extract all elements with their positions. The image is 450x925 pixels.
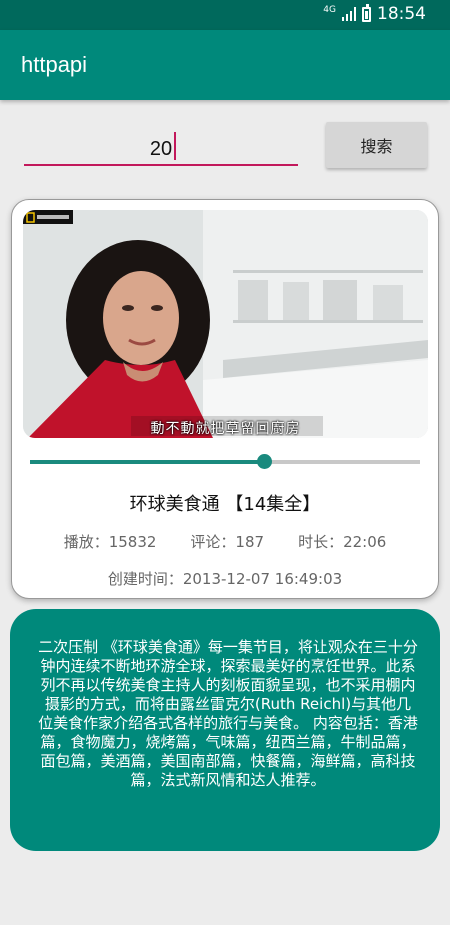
app-title: httpapi xyxy=(21,52,88,77)
duration: 时长：22:06 xyxy=(298,533,387,551)
description-text: 二次压制 《环球美食通》每一集节目，将让观众在三十分钟内连续不断地环游全球，探索… xyxy=(38,638,418,789)
app-bar: httpapi xyxy=(0,30,450,100)
slider-fill xyxy=(30,460,264,464)
progress-slider[interactable] xyxy=(30,452,420,472)
comment-count: 评论：187 xyxy=(190,533,265,551)
battery-icon xyxy=(362,3,371,22)
created-time: 创建时间：2013-12-07 16:49:03 xyxy=(107,570,343,588)
video-player[interactable]: 動不動就把草留回廚房 xyxy=(23,210,428,438)
video-title: 环球美食通 【14集全】 xyxy=(129,494,321,515)
status-time: 18:54 xyxy=(377,4,426,24)
play-count: 播放：15832 xyxy=(63,533,157,551)
status-icons: 4G 18:54 xyxy=(323,3,426,24)
slider-thumb[interactable] xyxy=(257,454,272,469)
signal-icon xyxy=(342,7,356,21)
video-card: 動不動就把草留回廚房 环球美食通 【14集全】 播放：15832 评论：187 … xyxy=(11,199,439,599)
text-cursor xyxy=(174,132,176,160)
description-card: 二次压制 《环球美食通》每一集节目，将让观众在三十分钟内连续不断地环游全球，探索… xyxy=(10,609,440,851)
video-frame xyxy=(23,210,428,438)
video-subtitle: 動不動就把草留回廚房 xyxy=(150,421,301,437)
search-input[interactable] xyxy=(24,128,298,166)
search-button[interactable]: 搜索 xyxy=(326,122,427,168)
network-type-label: 4G xyxy=(323,4,336,15)
video-stats: 播放：15832 评论：187 时长：22:06 xyxy=(12,531,438,552)
status-bar: 4G 18:54 xyxy=(0,0,450,30)
